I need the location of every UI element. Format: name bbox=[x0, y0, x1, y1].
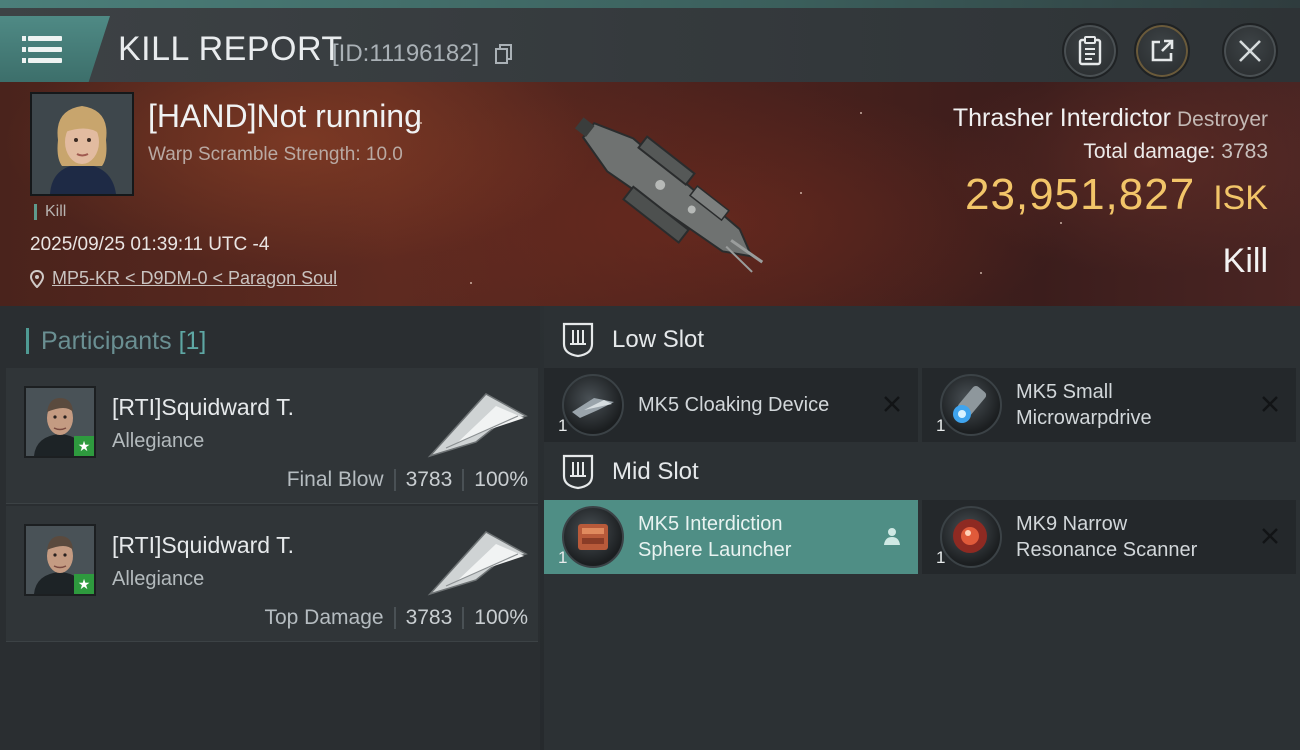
isk-amount: 23,951,827 bbox=[964, 170, 1196, 219]
kill-type-label: Kill bbox=[1222, 242, 1268, 280]
participant-card[interactable]: ★ [RTI]Squidward T. Allegiance Top Damag… bbox=[6, 506, 538, 642]
ship-class: Destroyer bbox=[1176, 108, 1268, 131]
microwarpdrive-icon bbox=[940, 374, 1002, 436]
avatar[interactable]: ★ bbox=[24, 524, 96, 596]
isk-unit: ISK bbox=[1213, 179, 1268, 217]
module-item[interactable]: 1 MK5 Small Microwarpdrive bbox=[922, 368, 1296, 442]
victim-banner: [HAND]Not running Warp Scramble Strength… bbox=[0, 82, 1300, 306]
close-icon bbox=[1239, 40, 1261, 62]
module-name-line2: Microwarpdrive bbox=[1016, 407, 1152, 429]
low-slot-header: Low Slot bbox=[562, 322, 704, 358]
clipboard-button[interactable] bbox=[1062, 23, 1118, 79]
participant-corp: Allegiance bbox=[112, 568, 205, 590]
participant-stats: Top Damage 3783 100% bbox=[264, 606, 528, 630]
participant-name: [RTI]Squidward T. bbox=[112, 394, 294, 420]
module-name: MK5 Cloaking Device bbox=[638, 368, 829, 442]
report-id: [ID:11196182] bbox=[332, 40, 480, 67]
participant-damage: 3783 bbox=[405, 468, 453, 491]
ship-type: Thrasher Interdictor bbox=[952, 104, 1171, 132]
participant-corp: Allegiance bbox=[112, 430, 205, 452]
participants-label: Participants bbox=[41, 327, 172, 355]
module-name-line1: MK5 Interdiction bbox=[638, 513, 783, 535]
module-name-line1: MK9 Narrow bbox=[1016, 513, 1128, 535]
destroyed-x-icon bbox=[1258, 392, 1282, 416]
victim-portrait[interactable] bbox=[30, 92, 134, 196]
participants-header: Participants [1] bbox=[26, 328, 206, 354]
kill-report-window: KILL REPORT [ID:11196182] [HAND]Not runn… bbox=[0, 0, 1300, 750]
fitting-panel: Low Slot 1 MK5 Cloaking Device 1 MK5 Sma… bbox=[544, 306, 1300, 750]
participant-card[interactable]: ★ [RTI]Squidward T. Allegiance Final Blo… bbox=[6, 368, 538, 504]
mid-slot-icon bbox=[562, 454, 594, 490]
participant-name: [RTI]Squidward T. bbox=[112, 532, 294, 558]
copy-icon[interactable] bbox=[495, 44, 513, 64]
victim-ship-image[interactable] bbox=[545, 90, 785, 305]
mid-slot-label: Mid Slot bbox=[612, 458, 699, 485]
module-name-line2: Sphere Launcher bbox=[638, 539, 792, 561]
participant-damage: 3783 bbox=[405, 606, 453, 629]
kill-timestamp: 2025/09/25 01:39:11 UTC -4 bbox=[30, 234, 270, 255]
participant-role: Top Damage bbox=[264, 606, 384, 629]
location-pin-icon bbox=[30, 269, 44, 288]
module-quantity: 1 bbox=[558, 548, 568, 567]
module-item[interactable]: 1 MK5 Interdiction Sphere Launcher bbox=[544, 500, 918, 574]
module-name: MK5 Small Microwarpdrive bbox=[1016, 368, 1152, 442]
low-slot-label: Low Slot bbox=[612, 326, 705, 353]
dropped-person-icon bbox=[880, 524, 904, 548]
module-item[interactable]: 1 MK5 Cloaking Device bbox=[544, 368, 918, 442]
kill-tag: Kill bbox=[34, 204, 66, 220]
participant-role: Final Blow bbox=[286, 468, 384, 491]
close-button[interactable] bbox=[1222, 23, 1278, 79]
module-quantity: 1 bbox=[936, 548, 946, 567]
module-name-line1: MK5 Small bbox=[1016, 381, 1113, 403]
participants-panel: Participants [1] ★ [RTI]Squidward T. All… bbox=[0, 306, 540, 750]
participant-ship-icon bbox=[426, 386, 530, 460]
module-item[interactable]: 1 MK9 Narrow Resonance Scanner bbox=[922, 500, 1296, 574]
top-accent-line bbox=[0, 0, 1300, 8]
low-slot-icon bbox=[562, 322, 594, 358]
location-text: MP5-KR < D9DM-0 < Paragon Soul bbox=[52, 268, 338, 288]
interdiction-launcher-icon bbox=[562, 506, 624, 568]
resonance-scanner-icon bbox=[940, 506, 1002, 568]
participant-percent: 100% bbox=[474, 468, 528, 491]
module-name: MK5 Interdiction Sphere Launcher bbox=[638, 500, 791, 574]
menu-button[interactable] bbox=[0, 16, 110, 84]
module-name: MK9 Narrow Resonance Scanner bbox=[1016, 500, 1197, 574]
share-button[interactable] bbox=[1134, 23, 1190, 79]
participant-ship-icon bbox=[426, 524, 530, 598]
module-name-line1: MK5 Cloaking Device bbox=[638, 394, 830, 416]
header-bar: KILL REPORT [ID:11196182] bbox=[0, 8, 1300, 84]
page-title: KILL REPORT bbox=[118, 30, 343, 68]
module-quantity: 1 bbox=[936, 416, 946, 435]
victim-name: [HAND]Not running bbox=[148, 98, 422, 134]
isk-value: 23,951,827 ISK bbox=[965, 170, 1268, 220]
cloaking-device-icon bbox=[562, 374, 624, 436]
participant-percent: 100% bbox=[474, 606, 528, 629]
destroyed-x-icon bbox=[880, 392, 904, 416]
destroyed-x-icon bbox=[1258, 524, 1282, 548]
star-badge-icon: ★ bbox=[74, 574, 94, 594]
star-badge-icon: ★ bbox=[74, 436, 94, 456]
clipboard-icon bbox=[1078, 36, 1102, 66]
module-name-line2: Resonance Scanner bbox=[1016, 539, 1198, 561]
mid-slot-header: Mid Slot bbox=[562, 454, 699, 490]
ship-name: Thrasher Interdictor Destroyer bbox=[953, 104, 1268, 133]
kill-location-link[interactable]: MP5-KR < D9DM-0 < Paragon Soul bbox=[30, 268, 337, 289]
share-icon bbox=[1151, 39, 1174, 62]
participant-stats: Final Blow 3783 100% bbox=[287, 468, 528, 492]
total-damage-label: Total damage: bbox=[1083, 140, 1216, 163]
participants-count: [1] bbox=[178, 327, 207, 355]
victim-subtitle: Warp Scramble Strength: 10.0 bbox=[148, 144, 403, 165]
total-damage-value: 3783 bbox=[1221, 140, 1268, 163]
module-quantity: 1 bbox=[558, 416, 568, 435]
total-damage: Total damage: 3783 bbox=[1083, 140, 1268, 164]
avatar[interactable]: ★ bbox=[24, 386, 96, 458]
